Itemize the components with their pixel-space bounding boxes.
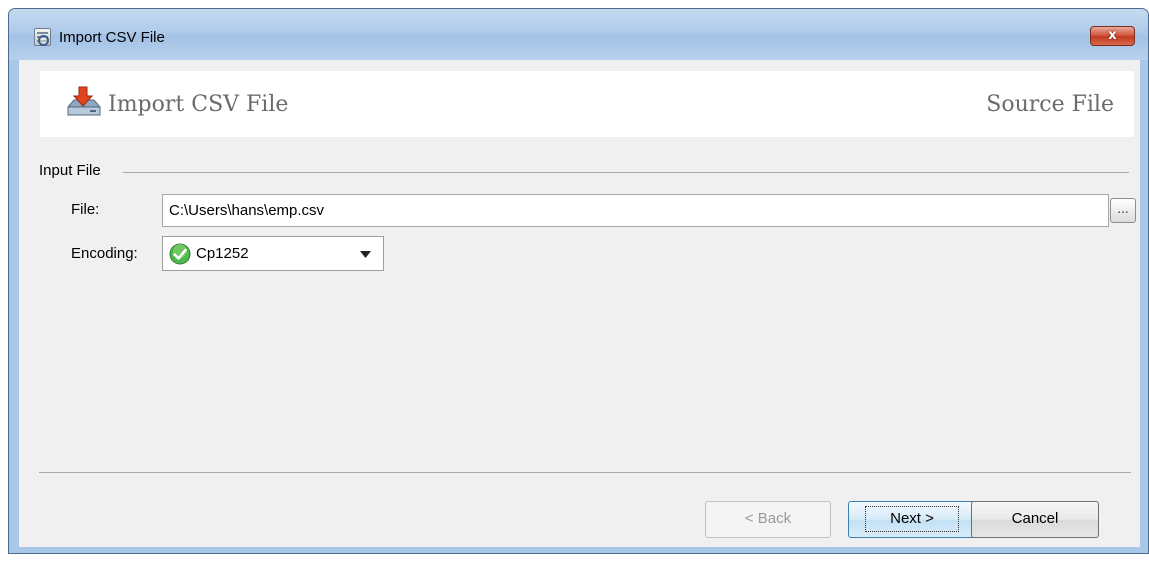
cancel-button[interactable]: Cancel xyxy=(971,501,1099,538)
dialog-window: Import CSV File x Import CSV File Source… xyxy=(8,8,1149,554)
encoding-value: Cp1252 xyxy=(196,245,249,262)
file-label: File: xyxy=(71,201,100,218)
footer-divider xyxy=(39,472,1131,473)
title-bar[interactable]: Import CSV File x xyxy=(9,9,1148,60)
encoding-label: Encoding: xyxy=(71,245,138,262)
next-button[interactable]: Next > xyxy=(848,501,976,538)
dialog-body: Import CSV File Source File Input File F… xyxy=(19,60,1140,547)
check-circle-icon xyxy=(169,243,191,265)
group-divider xyxy=(123,172,1129,173)
app-icon xyxy=(34,28,51,46)
back-button[interactable]: < Back xyxy=(705,501,831,538)
close-button[interactable]: x xyxy=(1090,26,1135,46)
window-title: Import CSV File xyxy=(59,29,165,46)
file-path-input[interactable]: C:\Users\hans\emp.csv xyxy=(162,194,1109,227)
input-file-group-label: Input File xyxy=(39,162,101,179)
browse-button[interactable]: ... xyxy=(1110,198,1136,223)
wizard-title: Import CSV File xyxy=(108,92,289,117)
import-icon xyxy=(67,86,101,116)
next-button-label: Next > xyxy=(865,506,959,532)
wizard-header: Import CSV File Source File xyxy=(40,71,1134,137)
chevron-down-icon[interactable] xyxy=(360,251,371,258)
wizard-step-name: Source File xyxy=(986,92,1114,117)
encoding-dropdown[interactable]: Cp1252 xyxy=(162,236,384,271)
